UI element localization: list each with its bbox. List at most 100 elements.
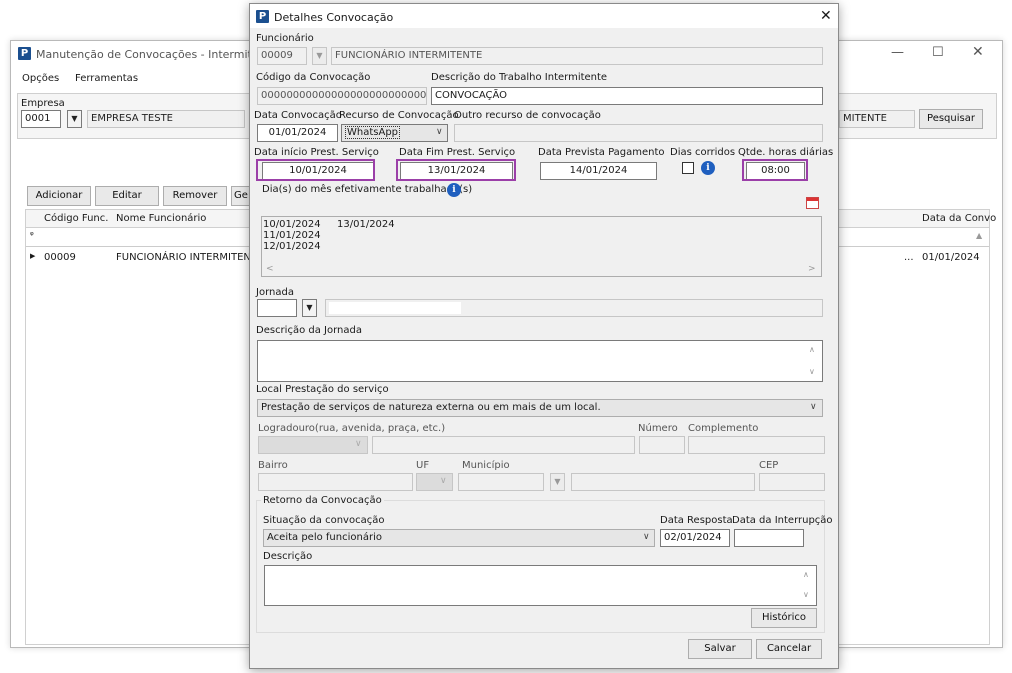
outro-recurso-field [454, 124, 823, 142]
dias-col2: 13/01/2024 [337, 219, 395, 230]
descricao-label: Descrição [263, 551, 313, 562]
dias-corridos-checkbox[interactable] [682, 162, 694, 174]
row-data: 01/01/2024 [922, 252, 980, 263]
row-nome: FUNCIONÁRIO INTERMITENTE [116, 252, 264, 263]
empresa-code-input[interactable]: 0001 [21, 110, 61, 128]
scroll-down-icon[interactable]: ∨ [809, 367, 815, 376]
row-selector-icon: ▶ [30, 252, 36, 260]
descricao-scroll-up-icon[interactable]: ∧ [803, 570, 809, 579]
list-item[interactable]: 12/01/2024 [263, 241, 321, 252]
recurso-chevron-down-icon[interactable]: ∨ [436, 127, 443, 137]
dias-mes-info-icon[interactable]: i [447, 183, 461, 197]
data-convocacao-input[interactable]: 01/01/2024 [257, 124, 338, 142]
situacao-label: Situação da convocação [263, 515, 385, 526]
column-codigo[interactable]: Código Func. [44, 213, 108, 224]
qtde-horas-label: Qtde. horas diárias [738, 147, 834, 158]
codigo-convocacao-label: Código da Convocação [256, 72, 371, 83]
filter-field[interactable]: MITENTE [839, 110, 915, 128]
uf-select [416, 473, 453, 491]
dias-corridos-info-icon[interactable]: i [701, 161, 715, 175]
cancel-button[interactable]: Cancelar [756, 639, 822, 659]
column-nome[interactable]: Nome Funcionário [116, 213, 206, 224]
save-button[interactable]: Salvar [688, 639, 752, 659]
complemento-label: Complemento [688, 423, 759, 434]
uf-chevron-down-icon: ∨ [440, 476, 447, 486]
descricao-jornada-textarea[interactable] [257, 340, 823, 382]
municipio-code-field [458, 473, 544, 491]
local-prestacao-select[interactable]: Prestação de serviços de natureza extern… [257, 399, 823, 417]
list-item[interactable]: 10/01/2024 [263, 219, 321, 230]
column-data[interactable]: Data da Convo [922, 213, 996, 224]
logradouro-tipo-select [258, 436, 368, 454]
search-button[interactable]: Pesquisar [919, 109, 983, 129]
app-logo-icon: P [18, 47, 31, 60]
data-prevista-input[interactable]: 14/01/2024 [540, 162, 657, 180]
data-convocacao-label: Data Convocação [254, 110, 342, 121]
cep-label: CEP [759, 460, 779, 471]
scroll-up-icon[interactable]: ∧ [809, 345, 815, 354]
list-item[interactable]: 11/01/2024 [263, 230, 321, 241]
data-interrupcao-label: Data da Interrupção [732, 515, 833, 526]
edit-button[interactable]: Editar [95, 186, 159, 206]
detalhes-convocacao-dialog: P Detalhes Convocação ✕ Funcionário 0000… [249, 3, 839, 669]
calendar-icon[interactable] [806, 197, 819, 209]
data-prevista-label: Data Prevista Pagamento [538, 147, 665, 158]
qtde-horas-highlight [742, 159, 808, 181]
data-interrupcao-input[interactable] [734, 529, 804, 547]
grid-scroll-up-icon[interactable]: ▲ [976, 231, 982, 240]
descricao-trabalho-label: Descrição do Trabalho Intermitente [431, 72, 608, 83]
close-window-icon[interactable]: ✕ [972, 44, 984, 60]
jornada-label: Jornada [256, 287, 294, 298]
data-inicio-highlight [256, 159, 375, 181]
situacao-chevron-down-icon[interactable]: ∨ [643, 532, 650, 542]
scroll-left-icon[interactable]: < [266, 264, 274, 274]
background-window-title: Manutenção de Convocações - Intermitente [36, 48, 277, 61]
menu-opcoes[interactable]: Opções [22, 73, 59, 84]
add-button[interactable]: Adicionar [27, 186, 91, 206]
logradouro-field [372, 436, 635, 454]
jornada-code-input[interactable] [257, 299, 297, 317]
dialog-close-icon[interactable]: ✕ [820, 8, 832, 24]
data-resposta-input[interactable]: 02/01/2024 [660, 529, 730, 547]
municipio-lookup-button: ▼ [550, 473, 565, 491]
data-inicio-label: Data início Prest. Serviço [254, 147, 379, 158]
bairro-label: Bairro [258, 460, 288, 471]
funcionario-label: Funcionário [256, 33, 314, 44]
funcionario-lookup-button: ▼ [312, 47, 327, 65]
local-chevron-down-icon[interactable]: ∨ [810, 402, 817, 412]
funcionario-code-field: 00009 [257, 47, 307, 65]
jornada-lookup-button[interactable]: ▼ [302, 299, 317, 317]
generate-button[interactable]: Ge [231, 186, 251, 206]
dias-col1: 10/01/2024 11/01/2024 12/01/2024 [263, 219, 321, 252]
cep-field [759, 473, 825, 491]
dias-trabalhados-list[interactable]: 10/01/2024 11/01/2024 12/01/2024 13/01/2… [261, 216, 822, 277]
logradouro-chevron-down-icon: ∨ [355, 439, 362, 449]
scroll-right-icon[interactable]: > [808, 264, 816, 274]
row-ellipsis-button[interactable]: ... [904, 252, 914, 263]
filter-row-icon: ᵠ [30, 231, 34, 241]
local-prestacao-label: Local Prestação do serviço [256, 384, 389, 395]
recurso-selected-value: WhatsApp [345, 126, 401, 139]
menu-ferramentas[interactable]: Ferramentas [75, 73, 138, 84]
situacao-select[interactable]: Aceita pelo funcionário [263, 529, 655, 547]
funcionario-name-field: FUNCIONÁRIO INTERMITENTE [331, 47, 823, 65]
descricao-textarea[interactable] [264, 565, 817, 606]
maximize-icon[interactable]: ☐ [932, 45, 944, 60]
descricao-trabalho-input[interactable]: CONVOCAÇÃO [431, 87, 823, 105]
empresa-lookup-button[interactable]: ▼ [67, 110, 82, 128]
recurso-convocacao-select[interactable]: WhatsApp [341, 124, 448, 142]
row-codigo: 00009 [44, 252, 76, 263]
list-item[interactable]: 13/01/2024 [337, 219, 395, 230]
dialog-logo-icon: P [256, 10, 269, 23]
data-resposta-label: Data Resposta [660, 515, 733, 526]
jornada-name-field [325, 299, 823, 317]
uf-label: UF [416, 460, 430, 471]
descricao-jornada-label: Descrição da Jornada [256, 325, 362, 336]
numero-field [639, 436, 685, 454]
historico-button[interactable]: Histórico [751, 608, 817, 628]
remove-button[interactable]: Remover [163, 186, 227, 206]
municipio-name-field [571, 473, 755, 491]
outro-recurso-label: Outro recurso de convocação [454, 110, 601, 121]
descricao-scroll-down-icon[interactable]: ∨ [803, 590, 809, 599]
minimize-icon[interactable]: — [891, 45, 904, 60]
